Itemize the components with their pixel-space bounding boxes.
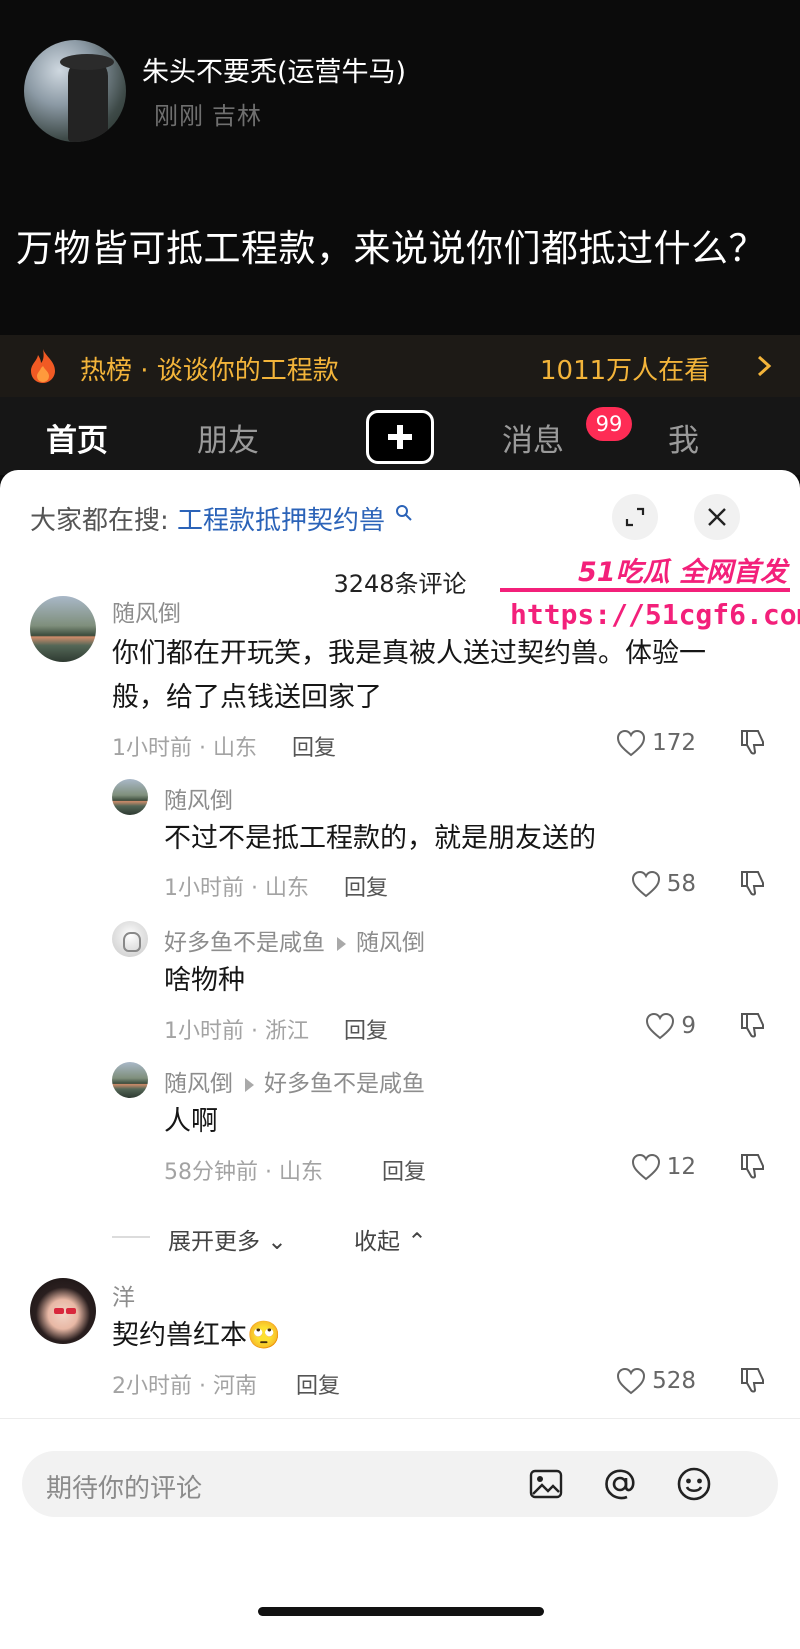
- hot-list-label: 热榜 · 谈谈你的工程款: [80, 356, 339, 386]
- like-count: 9: [681, 1013, 696, 1039]
- reply-button[interactable]: 回复: [344, 1013, 388, 1045]
- heart-icon: [631, 1153, 660, 1181]
- comment-text: 不过不是抵工程款的，就是朋友送的: [164, 823, 596, 854]
- dislike-icon[interactable]: [738, 1366, 766, 1394]
- divider: [112, 1236, 150, 1238]
- dislike-icon[interactable]: [738, 869, 766, 897]
- comment-text: 啥物种: [164, 965, 245, 996]
- like-count: 58: [666, 871, 696, 897]
- at-icon[interactable]: [602, 1466, 638, 1502]
- reply-button[interactable]: 回复: [296, 1368, 340, 1400]
- reply-button[interactable]: 回复: [292, 730, 336, 762]
- post-location: 吉林: [212, 102, 262, 130]
- reply-button[interactable]: 回复: [382, 1154, 426, 1186]
- like-button[interactable]: 172: [616, 728, 696, 758]
- avatar[interactable]: [112, 1062, 148, 1098]
- comment-text: 你们都在开玩笑，我是真被人送过契约兽。体验一 般，给了点钱送回家了: [112, 638, 706, 713]
- comment-meta: 1小时前 · 山东: [164, 876, 309, 901]
- like-count: 12: [666, 1154, 696, 1180]
- heart-icon: [646, 1012, 675, 1040]
- post-meta: 刚刚 吉林: [154, 96, 262, 131]
- hot-list-banner[interactable]: 热榜 · 谈谈你的工程款 1011万人在看: [0, 335, 800, 397]
- comment-input[interactable]: 期待你的评论: [22, 1451, 778, 1517]
- reply-arrow-icon: [245, 1077, 254, 1092]
- heart-icon: [617, 729, 646, 757]
- chevron-down-icon: ⌄: [267, 1229, 287, 1255]
- tab-messages[interactable]: 消息: [502, 415, 564, 460]
- reply-to-author[interactable]: 好多鱼不是咸鱼: [264, 1071, 425, 1097]
- reply-button[interactable]: 回复: [344, 870, 388, 902]
- tab-home[interactable]: 首页: [46, 415, 108, 460]
- plus-icon: [388, 425, 412, 449]
- expand-icon: [625, 507, 645, 527]
- avatar[interactable]: [30, 596, 96, 662]
- author-name[interactable]: 朱头不要秃(运营牛马): [142, 50, 406, 89]
- comment-author[interactable]: 好多鱼不是咸鱼: [164, 930, 325, 956]
- author-avatar[interactable]: [24, 40, 126, 142]
- comment-input-placeholder: 期待你的评论: [46, 1474, 203, 1504]
- reply-to-author[interactable]: 随风倒: [356, 930, 425, 956]
- comment-text: 契约兽红本🙄: [112, 1320, 281, 1351]
- comment-author-line: 好多鱼不是咸鱼 随风倒: [164, 923, 425, 957]
- fire-icon: [31, 349, 55, 383]
- comment-meta: 1小时前 · 山东: [112, 736, 257, 761]
- like-button[interactable]: 528: [616, 1366, 696, 1396]
- image-icon[interactable]: [528, 1466, 564, 1502]
- comment-text: 人啊: [164, 1106, 218, 1137]
- post-header: 朱头不要秃(运营牛马) 刚刚 吉林 万物皆可抵工程款，来说说你们都抵过什么？: [0, 0, 800, 335]
- messages-badge: 99: [586, 407, 632, 441]
- comment-sheet: 大家都在搜: 工程款抵押契约兽 3248条评论 51吃瓜 全网首发 https:…: [0, 470, 800, 1649]
- comment-meta: 2小时前 · 河南: [112, 1374, 257, 1399]
- like-button[interactable]: 58: [631, 869, 696, 899]
- comment-author[interactable]: 随风倒: [164, 1071, 233, 1097]
- search-suggestion-term[interactable]: 工程款抵押契约兽: [177, 506, 385, 536]
- like-button[interactable]: 12: [631, 1152, 696, 1182]
- dislike-icon[interactable]: [738, 1011, 766, 1039]
- thread-controls: 展开更多 ⌄ 收起 ⌃: [112, 1222, 512, 1255]
- like-button[interactable]: 9: [645, 1011, 696, 1041]
- watermark-line: [500, 588, 790, 592]
- watermark-title: 51吃瓜 全网首发: [578, 557, 787, 588]
- chevron-right-icon: [757, 355, 772, 377]
- watermark-url: https://51cgf6.com: [510, 598, 800, 631]
- search-glass-icon: [396, 505, 413, 521]
- publish-button[interactable]: [366, 410, 434, 464]
- expand-sheet-button[interactable]: [612, 494, 658, 540]
- close-icon: [708, 508, 726, 526]
- comment-input-bar: 期待你的评论: [0, 1418, 800, 1649]
- hot-list-viewers: 1011万人在看: [540, 356, 711, 386]
- post-title: 万物皆可抵工程款，来说说你们都抵过什么？: [16, 227, 766, 270]
- bottom-tab-bar: 首页 朋友 消息 99 我: [0, 397, 800, 475]
- heart-icon: [617, 1367, 646, 1395]
- search-suggestion[interactable]: 大家都在搜: 工程款抵押契约兽: [30, 500, 413, 537]
- tab-friends[interactable]: 朋友: [197, 415, 259, 460]
- comment-meta: 58分钟前 · 山东: [164, 1160, 323, 1185]
- dislike-icon[interactable]: [738, 1152, 766, 1180]
- comment-author[interactable]: 随风倒: [164, 781, 233, 815]
- avatar[interactable]: [112, 921, 148, 957]
- home-indicator: [258, 1607, 544, 1616]
- post-time: 刚刚: [154, 102, 204, 130]
- collapse-button[interactable]: 收起 ⌃: [354, 1222, 427, 1256]
- like-count: 528: [652, 1368, 696, 1394]
- heart-icon: [631, 870, 660, 898]
- emoji-icon[interactable]: [676, 1466, 712, 1502]
- close-sheet-button[interactable]: [694, 494, 740, 540]
- reply-arrow-icon: [337, 936, 346, 951]
- tab-me[interactable]: 我: [668, 415, 699, 460]
- comment-author[interactable]: 随风倒: [112, 594, 181, 628]
- search-suggestion-prefix: 大家都在搜:: [30, 506, 169, 536]
- chevron-up-icon: ⌃: [407, 1229, 427, 1255]
- avatar[interactable]: [112, 779, 148, 815]
- like-count: 172: [652, 730, 696, 756]
- expand-more-button[interactable]: 展开更多 ⌄: [168, 1222, 287, 1256]
- comment-author-line: 随风倒 好多鱼不是咸鱼: [164, 1064, 425, 1098]
- comment-author[interactable]: 洋: [112, 1278, 135, 1312]
- avatar[interactable]: [30, 1278, 96, 1344]
- dislike-icon[interactable]: [738, 728, 766, 756]
- comment-meta: 1小时前 · 浙江: [164, 1019, 309, 1044]
